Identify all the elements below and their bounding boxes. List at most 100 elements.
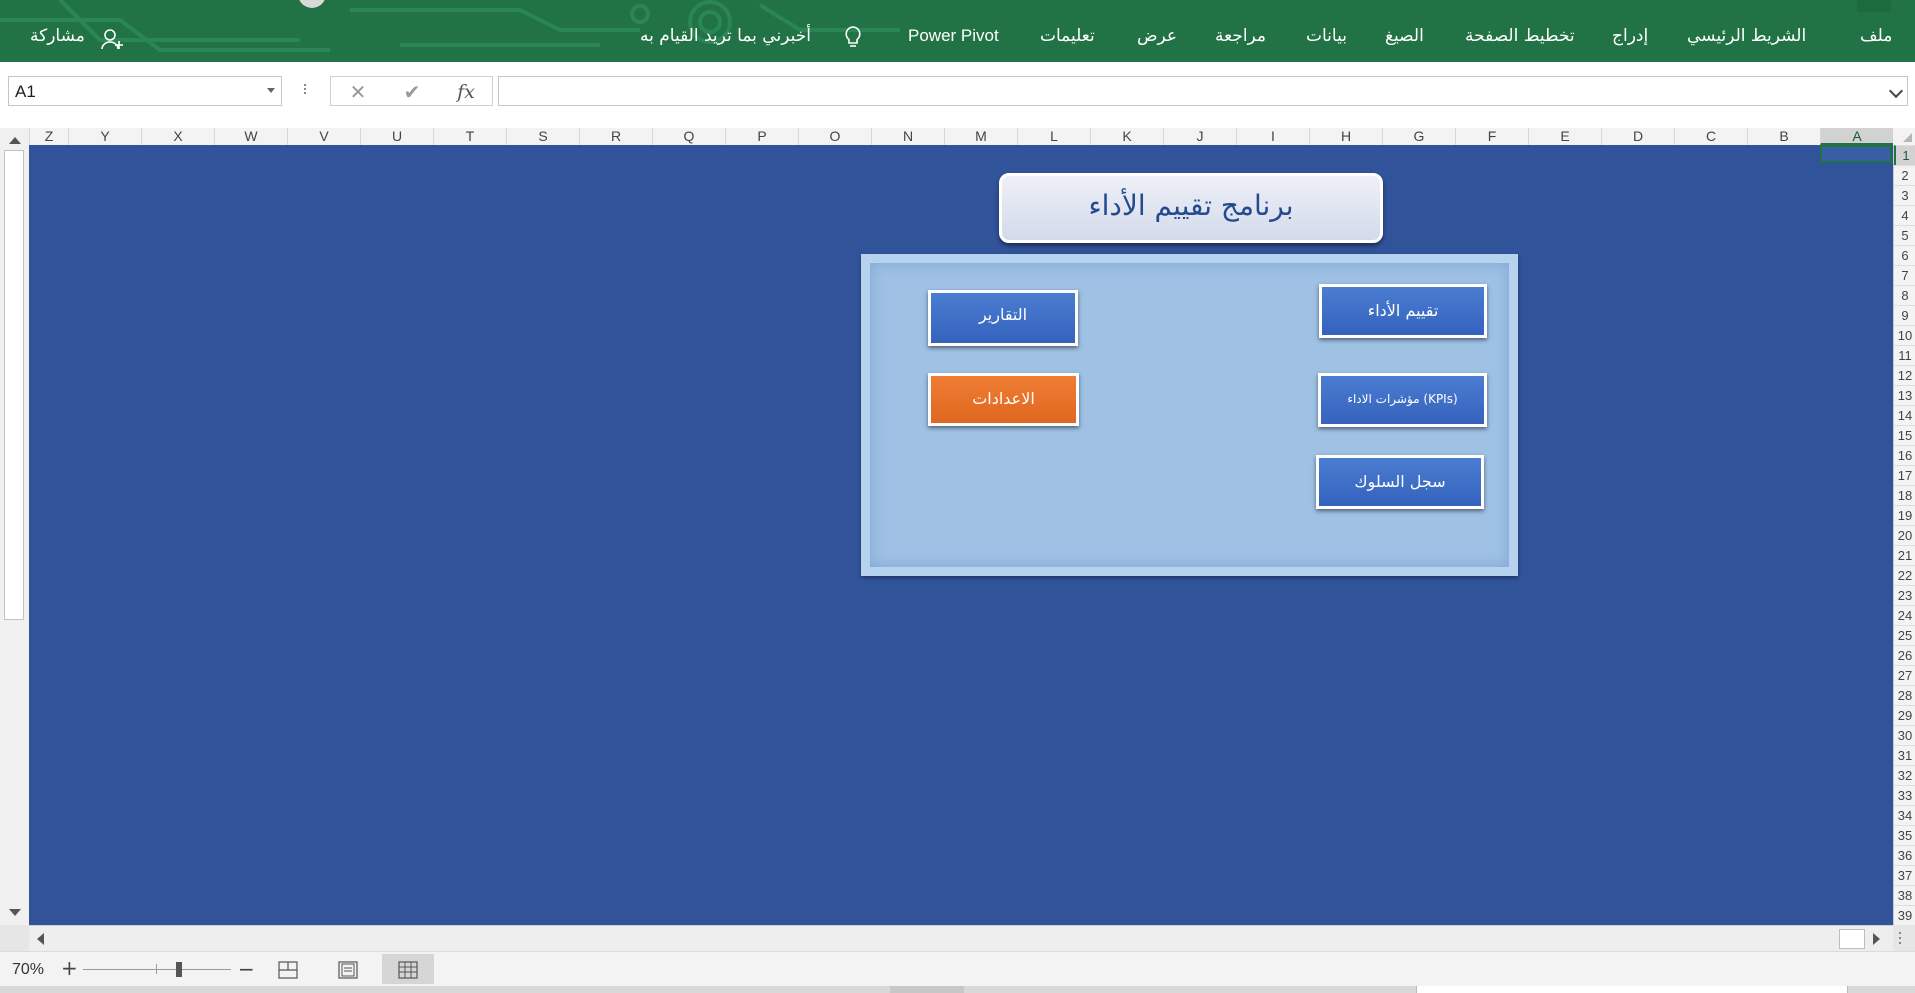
row-header-39[interactable]: 39	[1894, 905, 1915, 925]
zoom-slider-thumb[interactable]	[176, 962, 182, 977]
row-header-15[interactable]: 15	[1894, 425, 1915, 445]
row-header-26[interactable]: 26	[1894, 645, 1915, 665]
row-header-28[interactable]: 28	[1894, 685, 1915, 705]
tab-power-pivot[interactable]: Power Pivot	[908, 26, 999, 46]
performance-evaluation-button[interactable]: تقييم الأداء	[1319, 284, 1487, 338]
worksheet[interactable]: برنامج تقييم الأداء تقييم الأداء مؤشرات …	[29, 145, 1893, 925]
row-header-27[interactable]: 27	[1894, 665, 1915, 685]
insert-function-button[interactable]: fx	[451, 79, 481, 105]
split-grip-icon[interactable]	[1899, 932, 1902, 946]
tab-page-layout[interactable]: تخطيط الصفحة	[1465, 26, 1575, 46]
column-header-d[interactable]: D	[1601, 128, 1674, 145]
check-icon[interactable]: ✔	[397, 79, 427, 105]
row-header-23[interactable]: 23	[1894, 585, 1915, 605]
settings-button[interactable]: الاعدادات	[928, 373, 1079, 426]
column-header-c[interactable]: C	[1674, 128, 1747, 145]
row-header-7[interactable]: 7	[1894, 265, 1915, 285]
column-header-w[interactable]: W	[214, 128, 287, 145]
column-header-b[interactable]: B	[1747, 128, 1820, 145]
column-header-z[interactable]: Z	[29, 128, 68, 145]
column-header-r[interactable]: R	[579, 128, 652, 145]
zoom-in-button[interactable]: +	[61, 956, 78, 980]
row-header-34[interactable]: 34	[1894, 805, 1915, 825]
tab-help[interactable]: تعليمات	[1040, 26, 1095, 46]
cancel-icon[interactable]: ✕	[343, 79, 373, 105]
row-header-1[interactable]: 1	[1894, 145, 1915, 165]
row-header-3[interactable]: 3	[1894, 185, 1915, 205]
select-all-corner[interactable]	[1893, 128, 1915, 145]
column-header-m[interactable]: M	[944, 128, 1017, 145]
column-header-g[interactable]: G	[1382, 128, 1455, 145]
horizontal-scroll-thumb[interactable]	[1839, 929, 1865, 949]
column-header-o[interactable]: O	[798, 128, 871, 145]
row-header-10[interactable]: 10	[1894, 325, 1915, 345]
column-header-a[interactable]: A	[1820, 128, 1893, 145]
page-layout-view-button[interactable]	[322, 954, 374, 984]
tab-view[interactable]: عرض	[1137, 26, 1177, 46]
tab-home[interactable]: الشريط الرئيسي	[1687, 26, 1806, 46]
normal-view-button[interactable]	[382, 954, 434, 984]
row-header-19[interactable]: 19	[1894, 505, 1915, 525]
column-header-h[interactable]: H	[1309, 128, 1382, 145]
row-header-25[interactable]: 25	[1894, 625, 1915, 645]
row-header-24[interactable]: 24	[1894, 605, 1915, 625]
column-header-i[interactable]: I	[1236, 128, 1309, 145]
row-header-4[interactable]: 4	[1894, 205, 1915, 225]
tab-review[interactable]: مراجعة	[1215, 26, 1266, 46]
column-header-s[interactable]: S	[506, 128, 579, 145]
tab-data[interactable]: بيانات	[1306, 26, 1347, 46]
row-header-17[interactable]: 17	[1894, 465, 1915, 485]
row-header-5[interactable]: 5	[1894, 225, 1915, 245]
chevron-down-icon[interactable]	[1888, 83, 1904, 99]
scroll-right-icon[interactable]	[1873, 933, 1880, 945]
scroll-left-icon[interactable]	[37, 933, 44, 945]
row-header-22[interactable]: 22	[1894, 565, 1915, 585]
column-header-p[interactable]: P	[725, 128, 798, 145]
row-header-37[interactable]: 37	[1894, 865, 1915, 885]
row-header-31[interactable]: 31	[1894, 745, 1915, 765]
zoom-level[interactable]: 70%	[12, 961, 44, 979]
column-header-v[interactable]: V	[287, 128, 360, 145]
tell-me-search[interactable]: أخبرني بما تريد القيام به	[640, 26, 811, 46]
chevron-down-icon[interactable]	[267, 88, 275, 93]
horizontal-scrollbar[interactable]	[29, 925, 1901, 952]
row-header-16[interactable]: 16	[1894, 445, 1915, 465]
row-header-21[interactable]: 21	[1894, 545, 1915, 565]
row-header-8[interactable]: 8	[1894, 285, 1915, 305]
reports-button[interactable]: التقارير	[928, 290, 1078, 346]
row-header-9[interactable]: 9	[1894, 305, 1915, 325]
formula-input[interactable]	[498, 76, 1908, 106]
column-header-f[interactable]: F	[1455, 128, 1528, 145]
row-header-32[interactable]: 32	[1894, 765, 1915, 785]
column-header-j[interactable]: J	[1163, 128, 1236, 145]
resize-grip-icon[interactable]	[303, 82, 307, 100]
column-header-t[interactable]: T	[433, 128, 506, 145]
tab-file[interactable]: ملف	[1860, 26, 1892, 46]
column-header-n[interactable]: N	[871, 128, 944, 145]
name-box[interactable]: A1	[8, 76, 282, 106]
zoom-slider-track[interactable]	[83, 969, 231, 970]
vertical-scroll-thumb[interactable]	[4, 150, 24, 620]
row-header-13[interactable]: 13	[1894, 385, 1915, 405]
zoom-out-button[interactable]: −	[238, 957, 255, 981]
column-header-e[interactable]: E	[1528, 128, 1601, 145]
row-header-29[interactable]: 29	[1894, 705, 1915, 725]
tab-formulas[interactable]: الصيغ	[1385, 26, 1424, 46]
column-header-l[interactable]: L	[1017, 128, 1090, 145]
column-header-y[interactable]: Y	[68, 128, 141, 145]
row-header-6[interactable]: 6	[1894, 245, 1915, 265]
row-header-36[interactable]: 36	[1894, 845, 1915, 865]
column-header-u[interactable]: U	[360, 128, 433, 145]
column-header-q[interactable]: Q	[652, 128, 725, 145]
row-header-12[interactable]: 12	[1894, 365, 1915, 385]
row-header-30[interactable]: 30	[1894, 725, 1915, 745]
kpis-button[interactable]: مؤشرات الاداء (KPIs)	[1318, 373, 1487, 427]
tab-insert[interactable]: إدراج	[1612, 26, 1648, 46]
column-header-x[interactable]: X	[141, 128, 214, 145]
row-header-2[interactable]: 2	[1894, 165, 1915, 185]
row-header-20[interactable]: 20	[1894, 525, 1915, 545]
selected-cell[interactable]	[1820, 145, 1892, 163]
row-header-33[interactable]: 33	[1894, 785, 1915, 805]
row-header-38[interactable]: 38	[1894, 885, 1915, 905]
scroll-up-icon[interactable]	[9, 137, 21, 144]
